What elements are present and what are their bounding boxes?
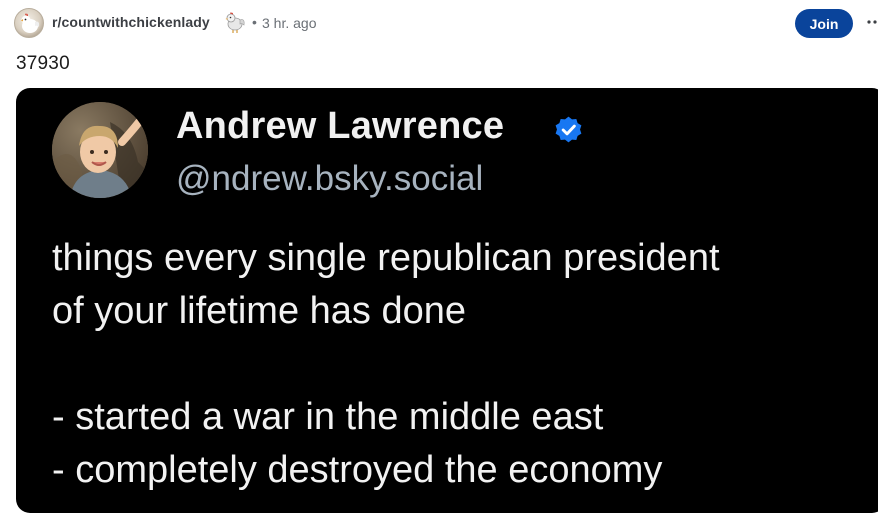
- post-image[interactable]: Andrew Lawrence @ndrew.bsky.social thing…: [16, 88, 878, 513]
- verified-check-icon: [555, 116, 582, 143]
- reddit-post: r/countwithchickenlady • 3 hr. ago Join …: [0, 0, 878, 522]
- post-body: things every single republican president…: [52, 232, 872, 497]
- body-line: things every single republican president: [52, 237, 720, 279]
- more-options-icon[interactable]: [866, 14, 878, 30]
- post-title[interactable]: 37930: [16, 53, 70, 75]
- author-name: Andrew Lawrence: [176, 105, 505, 147]
- body-line: of your lifetime has done: [52, 290, 467, 332]
- subreddit-name[interactable]: r/countwithchickenlady: [52, 14, 210, 30]
- author-handle: @ndrew.bsky.social: [176, 159, 484, 198]
- post-timestamp: 3 hr. ago: [262, 15, 317, 31]
- join-button[interactable]: Join: [795, 9, 853, 38]
- chicken-flair-icon: [225, 12, 245, 33]
- body-line: - completely destroyed the economy: [52, 449, 663, 491]
- subreddit-avatar-icon[interactable]: [14, 8, 44, 38]
- post-header: r/countwithchickenlady • 3 hr. ago Join: [0, 0, 878, 46]
- separator-dot: •: [252, 14, 257, 30]
- profile-avatar: [52, 102, 148, 198]
- body-line: - started a war in the middle east: [52, 396, 604, 438]
